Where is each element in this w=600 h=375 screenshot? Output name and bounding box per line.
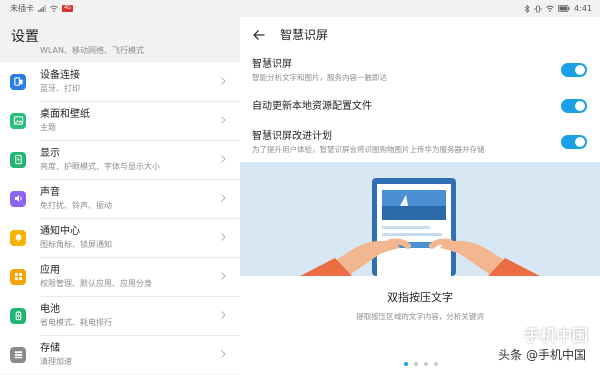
feature-illustration xyxy=(240,162,600,276)
chevron-right-icon xyxy=(221,233,226,241)
auto-update-toggle[interactable] xyxy=(561,99,587,113)
menu-item-notification-center[interactable]: 通知中心 图标角标、锁屏通知 xyxy=(0,218,240,257)
signal-icon xyxy=(38,5,46,12)
menu-item-subtitle: 图标角标、锁屏通知 xyxy=(40,240,112,249)
chevron-right-icon xyxy=(221,155,226,163)
wifi-icon xyxy=(50,5,58,12)
menu-item-subtitle: 省电模式、耗电排行 xyxy=(40,318,112,327)
feature-title: 双指按压文字 xyxy=(387,291,453,304)
chevron-right-icon xyxy=(221,77,226,85)
wallpaper-icon xyxy=(10,112,26,129)
menu-item-subtitle: 清理加速 xyxy=(40,357,72,366)
setting-smart-screen[interactable]: 智慧识屏 智能分析文字和图片，服务内容一触即达 xyxy=(252,58,588,83)
page-indicator xyxy=(404,362,438,366)
menu-item-title: 设备连接 xyxy=(40,70,80,81)
improvement-plan-toggle[interactable] xyxy=(561,135,587,149)
menu-item-wallpaper[interactable]: 桌面和壁纸 主题 xyxy=(0,101,240,140)
setting-subtitle: 为了提升用户体验，智慧识屏会将识图购物图片上传华为服务器并存储 xyxy=(252,145,485,154)
chevron-right-icon xyxy=(221,311,226,319)
menu-item-title: 显示 xyxy=(40,148,60,159)
menu-item-subtitle: 免打扰、铃声、振动 xyxy=(40,201,112,210)
bluetooth-icon xyxy=(524,4,530,13)
chevron-right-icon xyxy=(221,194,226,202)
menu-item-display[interactable]: 显示 亮度、护眼模式、字体与显示大小 xyxy=(0,140,240,179)
menu-item-storage[interactable]: 存储 清理加速 xyxy=(0,335,240,374)
chevron-right-icon xyxy=(221,350,226,358)
status-badge: 4G xyxy=(62,5,74,12)
battery-icon xyxy=(10,307,26,324)
status-bar-left: 未插卡 4G xyxy=(0,0,240,17)
carrier-text: 未插卡 xyxy=(10,4,34,13)
page-header: 智慧识屏 xyxy=(240,17,600,52)
vibrate-icon xyxy=(534,5,542,12)
menu-item-title: 桌面和壁纸 xyxy=(40,109,90,120)
device-connection-icon xyxy=(10,73,26,90)
sound-icon xyxy=(10,190,26,207)
watermark-source: 头条 @手机中国 xyxy=(496,346,588,363)
wifi-icon xyxy=(546,5,554,12)
setting-auto-update-resources[interactable]: 自动更新本地资源配置文件 xyxy=(252,99,588,113)
chevron-right-icon xyxy=(221,272,226,280)
cutoff-network-subtitle: WLAN、移动网络、飞行模式 xyxy=(40,46,145,55)
smart-screen-toggle[interactable] xyxy=(561,63,587,77)
page-title: 智慧识屏 xyxy=(280,28,329,42)
storage-icon xyxy=(10,346,26,363)
notification-icon xyxy=(10,229,26,246)
menu-item-battery[interactable]: 电池 省电模式、耗电排行 xyxy=(0,296,240,335)
menu-item-title: 存储 xyxy=(40,343,60,354)
two-finger-press-illustration xyxy=(300,178,540,276)
page-dot[interactable] xyxy=(424,362,428,366)
page-dot[interactable] xyxy=(414,362,418,366)
chevron-right-icon xyxy=(221,116,226,124)
setting-subtitle: 智能分析文字和图片，服务内容一触即达 xyxy=(252,73,387,82)
clock-time: 4:41 xyxy=(574,4,592,13)
menu-item-apps[interactable]: 应用 权限管理、默认应用、应用分身 xyxy=(0,257,240,296)
settings-sidebar: 未插卡 4G 设置 WLAN、移动网络、飞行模式 设备连接 蓝牙、打印 桌面和壁… xyxy=(0,0,240,375)
settings-menu: 设备连接 蓝牙、打印 桌面和壁纸 主题 显示 亮度、护眼模式、字体与显示大小 声… xyxy=(0,62,240,374)
menu-item-device-connection[interactable]: 设备连接 蓝牙、打印 xyxy=(0,62,240,101)
apps-icon xyxy=(10,268,26,285)
menu-item-title: 电池 xyxy=(40,304,60,315)
menu-item-title: 应用 xyxy=(40,265,60,276)
setting-title: 智慧识屏改进计划 xyxy=(252,131,332,142)
status-bar-right: 4:41 xyxy=(240,0,600,17)
page-dot[interactable] xyxy=(434,362,438,366)
menu-item-title: 通知中心 xyxy=(40,226,80,237)
display-icon xyxy=(10,151,26,168)
menu-item-subtitle: 权限管理、默认应用、应用分身 xyxy=(40,279,152,288)
setting-title: 智慧识屏 xyxy=(252,59,292,70)
menu-item-sound[interactable]: 声音 免打扰、铃声、振动 xyxy=(0,179,240,218)
menu-item-subtitle: 蓝牙、打印 xyxy=(40,84,80,93)
smart-screen-panel: 4:41 智慧识屏 智慧识屏 智能分析文字和图片，服务内容一触即达 自动更新本地… xyxy=(240,0,600,375)
setting-title: 自动更新本地资源配置文件 xyxy=(252,101,372,112)
settings-title: 设置 xyxy=(11,29,39,45)
menu-item-subtitle: 亮度、护眼模式、字体与显示大小 xyxy=(40,162,160,171)
battery-status-icon xyxy=(558,5,570,12)
watermark-logo: 手机中国 xyxy=(523,326,588,345)
menu-item-subtitle: 主题 xyxy=(40,123,56,132)
back-arrow-icon[interactable] xyxy=(252,28,266,42)
setting-improvement-plan[interactable]: 智慧识屏改进计划 为了提升用户体验，智慧识屏会将识图购物图片上传华为服务器并存储 xyxy=(252,130,588,155)
page-dot[interactable] xyxy=(404,362,408,366)
menu-item-title: 声音 xyxy=(40,187,60,198)
feature-description: 提取按压区域的文字内容，分析关键词 xyxy=(356,312,484,321)
